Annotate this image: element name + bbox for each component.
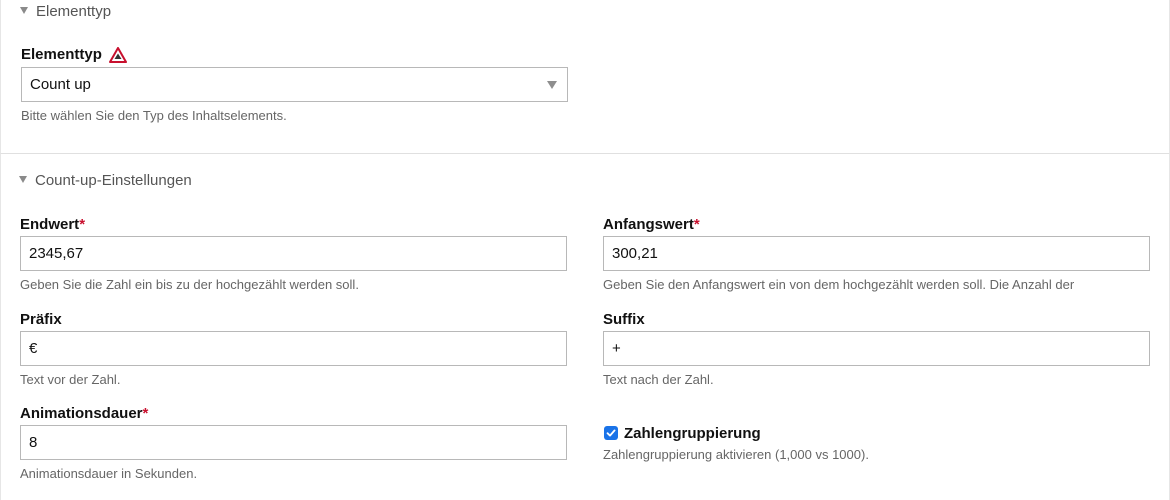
prefix-label-text: Präfix xyxy=(20,311,62,328)
duration-help: Animationsdauer in Sekunden. xyxy=(20,466,198,481)
element-type-select[interactable]: Count up xyxy=(21,67,568,102)
suffix-label-text: Suffix xyxy=(603,311,645,328)
end-value-label: Endwert * xyxy=(20,216,85,233)
end-value-help: Geben Sie die Zahl ein bis zu der hochge… xyxy=(20,277,359,292)
suffix-text: + xyxy=(612,340,621,357)
prefix-text: € xyxy=(29,340,38,357)
prefix-input[interactable]: € xyxy=(20,331,567,366)
duration-input[interactable]: 8 xyxy=(20,425,567,460)
grouping-help: Zahlengruppierung aktivieren (1,000 vs 1… xyxy=(603,447,869,462)
warning-icon xyxy=(108,46,127,63)
end-value-input[interactable]: 2345,67 xyxy=(20,236,567,271)
prefix-help: Text vor der Zahl. xyxy=(20,372,121,387)
suffix-input[interactable]: + xyxy=(603,331,1150,366)
collapse-triangle-icon xyxy=(20,7,28,14)
element-type-label-text: Elementtyp xyxy=(21,46,102,63)
required-marker: * xyxy=(79,216,86,233)
grouping-label[interactable]: Zahlengruppierung xyxy=(624,425,761,442)
start-value-help: Geben Sie den Anfangswert ein von dem ho… xyxy=(603,277,1075,292)
countup-legend[interactable]: Count-up-Einstellungen xyxy=(19,172,192,189)
required-marker: * xyxy=(693,216,700,233)
end-value-text: 2345,67 xyxy=(29,245,84,262)
element-type-panel: Elementtyp Elementtyp Count up Bitte wäh… xyxy=(0,0,1170,154)
start-value-label-text: Anfangswert xyxy=(603,216,694,233)
element-type-legend-label: Elementtyp xyxy=(36,3,112,20)
start-value-input[interactable]: 300,21 xyxy=(603,236,1150,271)
prefix-label: Präfix xyxy=(20,311,62,328)
element-type-label: Elementtyp xyxy=(21,46,127,63)
duration-label-text: Animationsdauer xyxy=(20,405,143,422)
chevron-down-icon xyxy=(547,81,557,89)
grouping-checkbox[interactable] xyxy=(604,426,618,440)
suffix-label: Suffix xyxy=(603,311,645,328)
countup-legend-label: Count-up-Einstellungen xyxy=(35,172,192,189)
checkmark-icon xyxy=(606,429,616,437)
start-value-text: 300,21 xyxy=(612,245,658,262)
suffix-help: Text nach der Zahl. xyxy=(603,372,714,387)
end-value-label-text: Endwert xyxy=(20,216,80,233)
required-marker: * xyxy=(142,405,149,422)
duration-label: Animationsdauer * xyxy=(20,405,148,422)
element-type-legend[interactable]: Elementtyp xyxy=(20,3,111,20)
element-type-help: Bitte wählen Sie den Typ des Inhaltselem… xyxy=(21,108,287,123)
start-value-label: Anfangswert * xyxy=(603,216,700,233)
element-type-selected-value: Count up xyxy=(30,76,91,93)
duration-text: 8 xyxy=(29,434,38,451)
collapse-triangle-icon xyxy=(19,176,27,183)
